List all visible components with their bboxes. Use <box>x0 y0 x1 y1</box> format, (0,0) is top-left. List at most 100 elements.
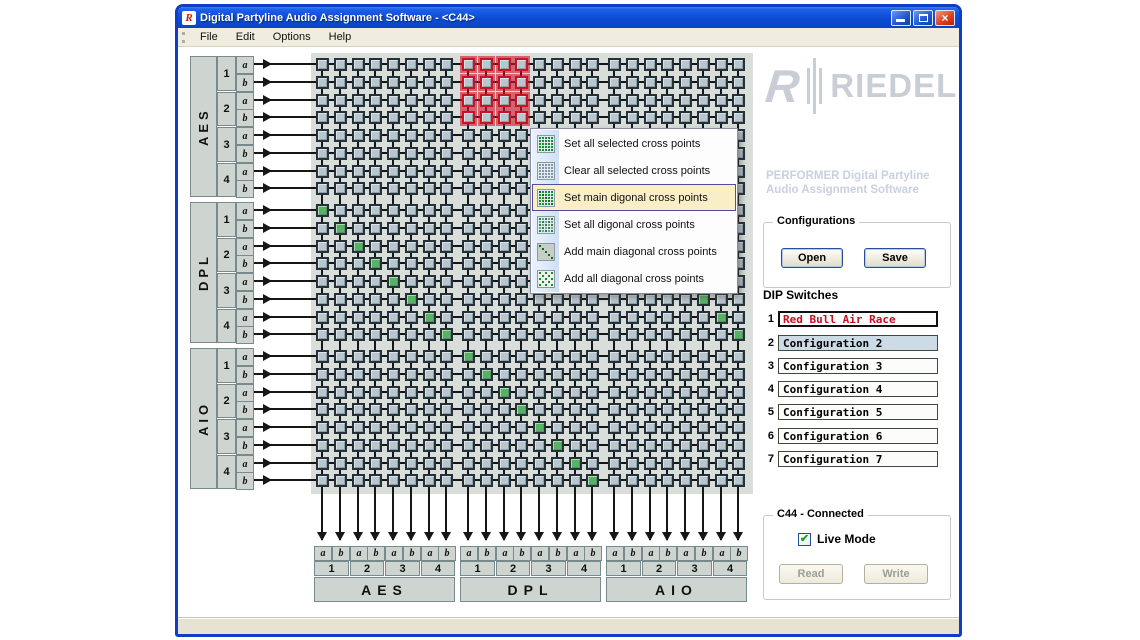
crosspoint-cell[interactable] <box>498 368 511 381</box>
crosspoint-cell[interactable] <box>697 328 710 341</box>
crosspoint-cell[interactable] <box>569 403 582 416</box>
crosspoint-cell[interactable] <box>661 457 674 470</box>
crosspoint-cell[interactable] <box>405 293 418 306</box>
crosspoint-cell[interactable] <box>462 58 475 71</box>
crosspoint-cell[interactable] <box>462 182 475 195</box>
crosspoint-cell[interactable] <box>316 204 329 217</box>
dip-switch-field[interactable]: Configuration 5 <box>778 404 938 420</box>
crosspoint-cell[interactable] <box>569 311 582 324</box>
crosspoint-cell[interactable] <box>715 311 728 324</box>
crosspoint-cell[interactable] <box>715 94 728 107</box>
write-button[interactable]: Write <box>864 564 928 584</box>
crosspoint-cell[interactable] <box>405 58 418 71</box>
crosspoint-cell[interactable] <box>644 368 657 381</box>
crosspoint-cell[interactable] <box>369 368 382 381</box>
crosspoint-cell[interactable] <box>515 293 528 306</box>
crosspoint-cell[interactable] <box>387 457 400 470</box>
crosspoint-cell[interactable] <box>679 368 692 381</box>
crosspoint-cell[interactable] <box>732 457 745 470</box>
crosspoint-cell[interactable] <box>515 439 528 452</box>
crosspoint-cell[interactable] <box>316 111 329 124</box>
crosspoint-cell[interactable] <box>551 439 564 452</box>
crosspoint-cell[interactable] <box>515 94 528 107</box>
crosspoint-cell[interactable] <box>334 311 347 324</box>
crosspoint-cell[interactable] <box>316 368 329 381</box>
crosspoint-cell[interactable] <box>316 182 329 195</box>
crosspoint-cell[interactable] <box>498 76 511 89</box>
crosspoint-cell[interactable] <box>679 328 692 341</box>
crosspoint-cell[interactable] <box>697 111 710 124</box>
crosspoint-cell[interactable] <box>405 328 418 341</box>
crosspoint-cell[interactable] <box>732 293 745 306</box>
crosspoint-cell[interactable] <box>626 58 639 71</box>
crosspoint-cell[interactable] <box>387 421 400 434</box>
crosspoint-cell[interactable] <box>480 474 493 487</box>
open-button[interactable]: Open <box>781 248 843 268</box>
crosspoint-cell[interactable] <box>498 421 511 434</box>
crosspoint-cell[interactable] <box>533 311 546 324</box>
crosspoint-cell[interactable] <box>369 147 382 160</box>
crosspoint-cell[interactable] <box>369 293 382 306</box>
crosspoint-cell[interactable] <box>316 94 329 107</box>
crosspoint-cell[interactable] <box>316 457 329 470</box>
crosspoint-cell[interactable] <box>715 328 728 341</box>
crosspoint-cell[interactable] <box>569 368 582 381</box>
crosspoint-cell[interactable] <box>423 182 436 195</box>
crosspoint-cell[interactable] <box>644 76 657 89</box>
crosspoint-cell[interactable] <box>462 76 475 89</box>
crosspoint-cell[interactable] <box>387 403 400 416</box>
crosspoint-cell[interactable] <box>369 439 382 452</box>
crosspoint-cell[interactable] <box>334 204 347 217</box>
crosspoint-cell[interactable] <box>387 328 400 341</box>
crosspoint-cell[interactable] <box>586 328 599 341</box>
crosspoint-cell[interactable] <box>440 328 453 341</box>
crosspoint-cell[interactable] <box>405 165 418 178</box>
crosspoint-cell[interactable] <box>498 147 511 160</box>
crosspoint-cell[interactable] <box>462 350 475 363</box>
crosspoint-cell[interactable] <box>515 386 528 399</box>
crosspoint-cell[interactable] <box>480 293 493 306</box>
crosspoint-cell[interactable] <box>679 94 692 107</box>
crosspoint-cell[interactable] <box>316 293 329 306</box>
crosspoint-cell[interactable] <box>732 311 745 324</box>
crosspoint-cell[interactable] <box>352 311 365 324</box>
crosspoint-cell[interactable] <box>334 76 347 89</box>
crosspoint-cell[interactable] <box>533 474 546 487</box>
crosspoint-cell[interactable] <box>352 94 365 107</box>
crosspoint-cell[interactable] <box>715 421 728 434</box>
crosspoint-cell[interactable] <box>405 94 418 107</box>
crosspoint-cell[interactable] <box>515 58 528 71</box>
crosspoint-cell[interactable] <box>626 439 639 452</box>
crosspoint-cell[interactable] <box>405 421 418 434</box>
crosspoint-cell[interactable] <box>462 275 475 288</box>
dip-switch-field[interactable]: Configuration 2 <box>778 335 938 351</box>
crosspoint-cell[interactable] <box>369 350 382 363</box>
crosspoint-cell[interactable] <box>586 403 599 416</box>
crosspoint-cell[interactable] <box>405 350 418 363</box>
crosspoint-cell[interactable] <box>586 94 599 107</box>
crosspoint-cell[interactable] <box>316 129 329 142</box>
crosspoint-cell[interactable] <box>462 257 475 270</box>
crosspoint-cell[interactable] <box>626 350 639 363</box>
crosspoint-cell[interactable] <box>608 368 621 381</box>
crosspoint-cell[interactable] <box>334 58 347 71</box>
crosspoint-cell[interactable] <box>661 76 674 89</box>
crosspoint-cell[interactable] <box>498 328 511 341</box>
crosspoint-cell[interactable] <box>423 350 436 363</box>
crosspoint-cell[interactable] <box>334 147 347 160</box>
crosspoint-cell[interactable] <box>498 293 511 306</box>
crosspoint-cell[interactable] <box>732 474 745 487</box>
crosspoint-cell[interactable] <box>661 111 674 124</box>
crosspoint-cell[interactable] <box>551 311 564 324</box>
crosspoint-cell[interactable] <box>697 58 710 71</box>
crosspoint-cell[interactable] <box>334 368 347 381</box>
crosspoint-cell[interactable] <box>440 94 453 107</box>
crosspoint-cell[interactable] <box>462 94 475 107</box>
crosspoint-cell[interactable] <box>352 386 365 399</box>
crosspoint-cell[interactable] <box>515 182 528 195</box>
context-menu-item[interactable]: Clear all selected cross points <box>532 157 736 184</box>
crosspoint-cell[interactable] <box>697 350 710 363</box>
crosspoint-cell[interactable] <box>480 165 493 178</box>
crosspoint-cell[interactable] <box>715 293 728 306</box>
crosspoint-cell[interactable] <box>369 204 382 217</box>
